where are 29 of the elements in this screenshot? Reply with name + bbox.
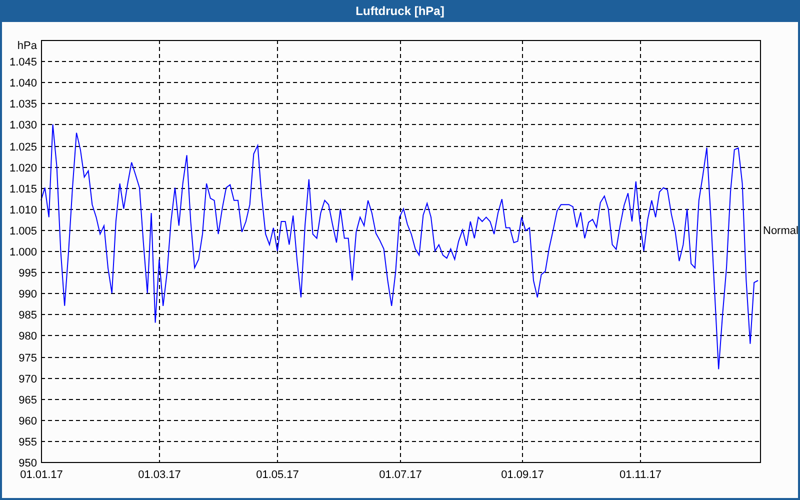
y-axis-label: 1.015 (9, 184, 37, 196)
y-axis-label: 970 (18, 374, 37, 386)
x-axis-label: 01.05.17 (256, 469, 299, 481)
y-axis-label: 980 (18, 330, 37, 342)
y-axis-label: 1.010 (9, 204, 37, 216)
x-axis-label: 01.01.17 (20, 469, 63, 481)
y-axis-label: 1.005 (9, 226, 37, 238)
y-axis-label: 960 (18, 416, 37, 428)
x-axis-label: 01.09.17 (501, 469, 544, 481)
y-axis-label: 1.045 (9, 56, 37, 68)
x-axis-label: 01.03.17 (138, 469, 181, 481)
annotation-label: Normal (763, 224, 798, 237)
y-axis-label: 1.035 (9, 98, 37, 110)
axis-title: hPa (17, 40, 37, 52)
y-axis-label: 995 (18, 268, 37, 280)
x-axis-label: 01.07.17 (379, 469, 422, 481)
y-axis-label: 1.040 (9, 78, 37, 90)
y-axis-label: 955 (18, 436, 37, 448)
y-axis-label: 985 (18, 310, 37, 322)
y-axis-label: 950 (18, 458, 37, 470)
x-axis-label: 01.11.17 (620, 469, 662, 481)
y-axis-label: 1.030 (9, 120, 37, 132)
y-axis-label: 965 (18, 394, 37, 406)
window-title: Luftdruck [hPa] (356, 4, 444, 18)
y-axis-label: 1.000 (9, 246, 37, 258)
y-axis-label: 1.025 (9, 142, 37, 154)
y-axis-label: 990 (18, 288, 37, 300)
y-axis-label: 975 (18, 352, 37, 364)
y-axis-label: 1.020 (9, 162, 37, 174)
